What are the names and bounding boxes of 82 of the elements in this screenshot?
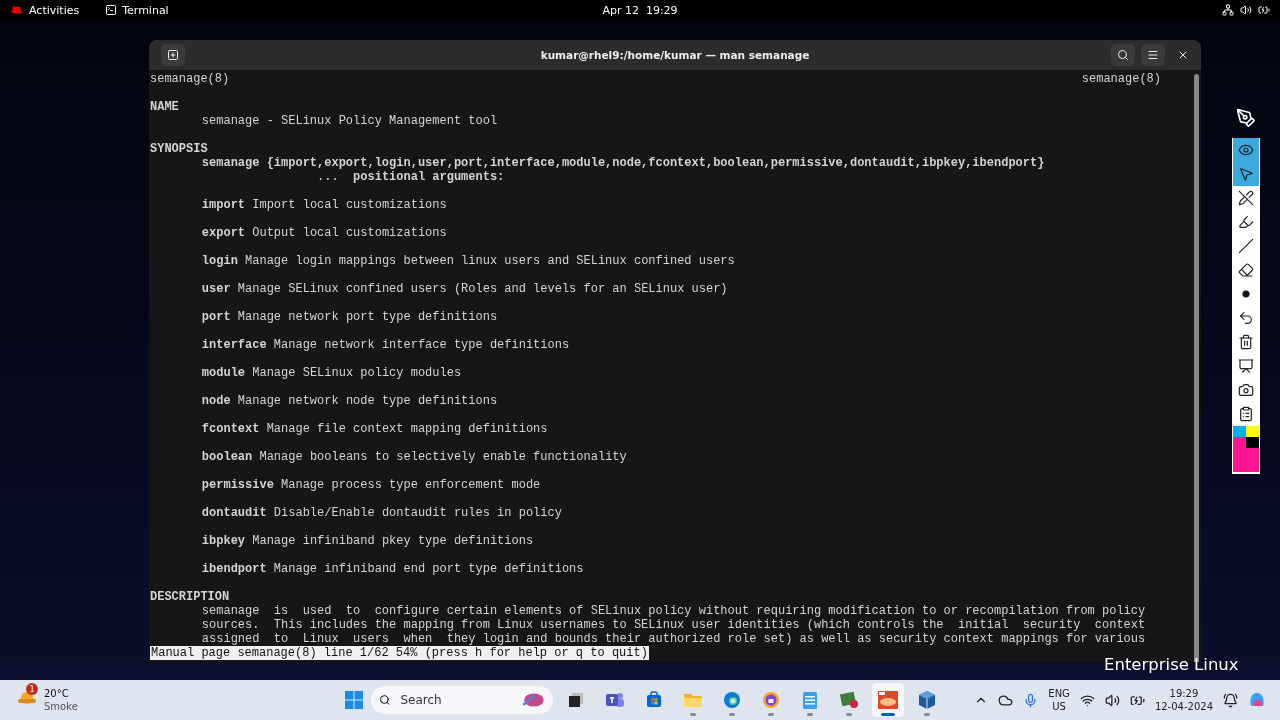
section-heading: NAME	[150, 100, 179, 114]
command-entry: node Manage network node type definitions	[200, 394, 498, 408]
temperature: 20°C	[44, 687, 70, 700]
man-text: semanage {import,export,login,user,port,interface,module,node,fcontext,boolean,permissive,dontaudit,ibpkey,ibendport}	[200, 156, 1045, 170]
pen-icon	[1238, 190, 1254, 206]
start-icon[interactable]	[344, 690, 364, 710]
language-indicator[interactable]: ENG US	[1048, 687, 1070, 713]
new-tab-icon	[167, 49, 179, 61]
command-entry: interface Manage network interface type definitions	[200, 338, 570, 352]
command-entry: import Import local customizations	[200, 198, 447, 212]
microphone-icon[interactable]	[1023, 692, 1039, 708]
section-heading: DESCRIPTION	[150, 590, 230, 604]
search-bar[interactable]: Search	[371, 686, 553, 714]
search-icon	[379, 693, 391, 707]
command-entry: module Manage SELinux policy modules	[200, 366, 462, 380]
man-text: assigned to Linux users when they login and bounds their authorized role set) as well as security context mappings for various	[200, 632, 1146, 646]
color-swatch[interactable]	[1233, 426, 1246, 437]
section-heading: SYNOPSIS	[150, 142, 208, 156]
highlighter-icon	[1238, 214, 1254, 230]
wallpaper-text: Enterprise Linux	[1104, 655, 1239, 674]
close-icon	[1177, 49, 1189, 61]
image-editor-icon	[839, 691, 859, 709]
page-header: semanage(8)	[150, 72, 230, 86]
command-entry: port Manage network port type definitions	[200, 310, 498, 324]
notification-badge: 1	[26, 683, 38, 695]
pointer-icon	[1238, 166, 1254, 182]
whiteboard-icon	[1238, 358, 1254, 374]
command-entry: user Manage SELinux confined users (Roles and levels for an SELinux user)	[200, 282, 728, 296]
pen-tool-icon	[1236, 108, 1256, 128]
bell-icon[interactable]	[1223, 692, 1238, 708]
clock[interactable]: 19:29 12-04-2024	[1154, 687, 1213, 713]
trash-icon	[1238, 334, 1254, 350]
page-header: semanage(8)	[1081, 72, 1161, 86]
current-color[interactable]	[1233, 448, 1259, 472]
weather-condition: Smoke	[44, 700, 78, 713]
battery-icon[interactable]	[1258, 4, 1270, 16]
new-tab-button[interactable]	[161, 44, 185, 66]
search-button[interactable]	[1111, 44, 1135, 66]
eraser-icon	[1238, 262, 1254, 278]
hat-icon	[10, 5, 24, 15]
man-text: ... positional arguments:	[316, 170, 505, 184]
menu-icon	[1147, 49, 1159, 61]
command-entry: ibendport Manage infiniband end port type definitions	[200, 562, 584, 576]
command-entry: login Manage login mappings between linux users and SELinux confined users	[200, 254, 735, 268]
tool-button[interactable]	[1233, 138, 1259, 162]
window-title: kumar@rhel9:/home/kumar — man semanage	[540, 49, 810, 61]
search-field[interactable]: Search	[398, 692, 513, 708]
network-icon[interactable]	[1222, 4, 1234, 16]
command-entry: permissive Manage process type enforcement mode	[200, 478, 541, 492]
teams-icon	[605, 691, 625, 709]
camera-icon	[1238, 382, 1254, 398]
color-swatch[interactable]	[1246, 426, 1259, 437]
clock[interactable]: Apr 12 19:29	[602, 3, 678, 17]
dot-icon	[1242, 290, 1250, 298]
store-icon	[645, 691, 663, 709]
clipboard-icon	[1238, 406, 1254, 422]
color-swatch[interactable]	[1246, 437, 1259, 448]
command-entry: fcontext Manage file context mapping definitions	[200, 422, 548, 436]
command-entry: export Output local customizations	[200, 226, 447, 240]
task-view-icon	[567, 691, 585, 709]
app-menu[interactable]: Terminal	[122, 3, 169, 17]
search-icon	[1117, 49, 1129, 61]
terminal-icon	[105, 4, 118, 16]
pager-status: Manual page semanage(8) line 1/62 54% (press h for help or q to quit)	[150, 646, 649, 660]
man-text: sources. This includes the mapping from Linux usernames to SELinux user identities (which controls the initial security context	[200, 618, 1146, 632]
folder-icon	[683, 691, 703, 709]
activities-button[interactable]: Activities	[29, 3, 80, 17]
command-entry: ibpkey Manage infiniband pkey type definitions	[200, 534, 534, 548]
notepad-icon	[802, 690, 818, 710]
line-icon	[1238, 238, 1254, 254]
command-entry: dontaudit Disable/Enable dontaudit rules in policy	[200, 506, 562, 520]
menu-button[interactable]	[1141, 44, 1165, 66]
eye-icon	[1238, 142, 1254, 158]
color-swatch[interactable]	[1233, 437, 1246, 448]
man-text: semanage is used to configure certain elements of SELinux policy without requiring modification to or recompilation from policy	[200, 604, 1146, 618]
command-entry: boolean Manage booleans to selectively enable functionality	[200, 450, 627, 464]
volume-icon[interactable]	[1104, 692, 1120, 708]
cloud-icon[interactable]	[998, 692, 1014, 708]
undo-icon	[1238, 310, 1254, 326]
wifi-icon[interactable]	[1079, 692, 1095, 708]
volume-icon[interactable]	[1240, 4, 1252, 16]
man-text: semanage - SELinux Policy Management tool	[200, 114, 498, 128]
